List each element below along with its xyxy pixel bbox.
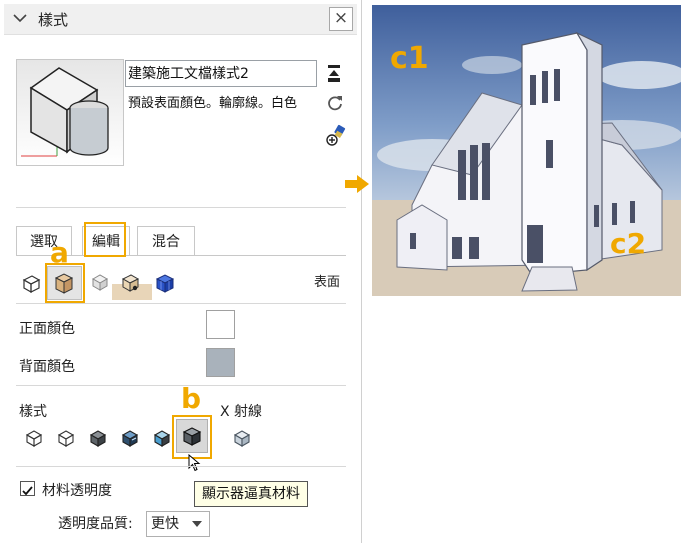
style-description-field[interactable]: 預設表面顏色。輪廓線。白色 — [125, 93, 320, 163]
styles-panel: 樣式 × 建築施工文檔樣式2 預設表面顏色。輪廓線。白色 選取 編輯 混合 表面… — [0, 0, 362, 543]
checkmark-icon — [22, 486, 33, 496]
style-name-input[interactable]: 建築施工文檔樣式2 — [125, 60, 317, 87]
create-new-style-icon[interactable] — [326, 124, 348, 146]
material-transparency-checkbox[interactable] — [20, 481, 35, 496]
section-label-face: 表面 — [314, 275, 341, 290]
save-to-model-icon[interactable] — [326, 64, 342, 84]
divider — [16, 466, 346, 467]
watermark-settings-icon[interactable] — [120, 272, 142, 294]
style-section-label: 樣式 — [19, 404, 47, 420]
monochrome-style-icon[interactable] — [152, 428, 172, 448]
transparency-quality-value: 更快 — [151, 516, 179, 532]
background-settings-icon[interactable] — [90, 272, 110, 292]
modeling-settings-icon[interactable] — [154, 272, 176, 294]
tab-mix[interactable]: 混合 — [137, 226, 195, 256]
dropdown-arrow-icon — [192, 521, 202, 527]
refresh-icon[interactable] — [326, 94, 344, 112]
pointer-arrow-icon — [345, 175, 369, 193]
style-thumbnail — [16, 59, 124, 166]
panel-header[interactable]: 樣式 × — [4, 4, 357, 35]
callout-c1: c1 — [390, 41, 429, 76]
callout-a: a — [50, 236, 69, 269]
shaded-style-icon[interactable] — [88, 428, 108, 448]
tooltip: 顯示器逼真材料 — [194, 481, 308, 507]
callout-b: b — [181, 382, 202, 415]
material-transparency-label: 材料透明度 — [42, 483, 112, 499]
wireframe-style-icon[interactable] — [24, 428, 44, 448]
transparency-quality-label: 透明度品質: — [58, 516, 133, 532]
divider — [16, 207, 346, 208]
style-preview-icon — [17, 60, 123, 165]
xray-style-icon[interactable] — [232, 428, 252, 448]
back-color-swatch[interactable] — [206, 348, 235, 377]
xray-label: X 射線 — [220, 404, 263, 420]
back-color-label: 背面顏色 — [19, 359, 75, 375]
face-settings-highlight — [45, 263, 85, 303]
hidden-line-style-icon[interactable] — [56, 428, 76, 448]
close-button[interactable]: × — [329, 7, 353, 31]
front-color-swatch[interactable] — [206, 310, 235, 339]
callout-c2: c2 — [610, 227, 647, 260]
panel-title: 樣式 — [38, 11, 69, 29]
mouse-cursor-icon — [188, 454, 201, 472]
edit-tab-highlight — [84, 222, 126, 257]
divider — [16, 303, 346, 304]
selected-style-highlight — [172, 415, 212, 459]
front-color-label: 正面顏色 — [19, 321, 75, 337]
edge-settings-icon[interactable] — [20, 272, 42, 294]
chevron-down-icon[interactable] — [12, 11, 28, 25]
transparency-quality-select[interactable]: 更快 — [146, 511, 210, 537]
shaded-with-textures-style-icon[interactable] — [120, 428, 140, 448]
model-render-preview: c1 c2 — [372, 5, 681, 296]
